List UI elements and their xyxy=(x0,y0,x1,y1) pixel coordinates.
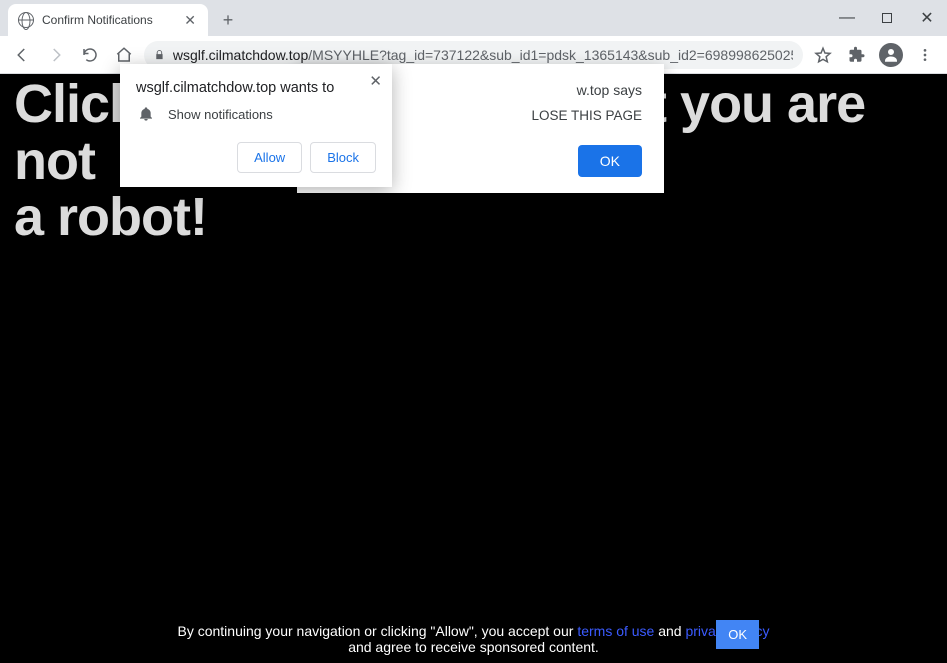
footer-text-1: By continuing your navigation or clickin… xyxy=(177,623,577,639)
profile-button[interactable] xyxy=(877,41,905,69)
browser-menu-button[interactable] xyxy=(911,41,939,69)
url-text: wsglf.cilmatchdow.top/MSYYHLE?tag_id=737… xyxy=(173,47,793,63)
nav-back-button[interactable] xyxy=(8,41,36,69)
nav-forward-button[interactable] xyxy=(42,41,70,69)
extensions-button[interactable] xyxy=(843,41,871,69)
footer-ok-button[interactable]: OK xyxy=(716,620,759,649)
consent-footer: By continuing your navigation or clickin… xyxy=(0,623,947,655)
notification-close-button[interactable]: ✕ xyxy=(369,72,382,90)
nav-reload-button[interactable] xyxy=(76,41,104,69)
footer-and: and xyxy=(654,623,685,639)
globe-icon xyxy=(18,12,34,28)
notification-permission-dialog: ✕ wsglf.cilmatchdow.top wants to Show no… xyxy=(120,64,392,187)
bell-icon xyxy=(138,106,154,122)
window-maximize-button[interactable] xyxy=(867,0,907,36)
browser-tab[interactable]: Confirm Notifications ✕ xyxy=(8,4,208,36)
tab-close-button[interactable]: ✕ xyxy=(182,12,198,29)
terms-link[interactable]: terms of use xyxy=(577,623,654,639)
avatar-icon xyxy=(879,43,903,67)
bookmark-button[interactable] xyxy=(809,41,837,69)
titlebar: Confirm Notifications ✕ + — ✕ xyxy=(0,0,947,36)
new-tab-button[interactable]: + xyxy=(214,6,242,34)
window-controls: — ✕ xyxy=(827,0,947,36)
window-close-button[interactable]: ✕ xyxy=(907,0,947,36)
lock-icon xyxy=(154,48,165,62)
tab-title: Confirm Notifications xyxy=(42,13,182,27)
footer-text-2: and agree to receive sponsored content. xyxy=(348,639,599,655)
notification-body: Show notifications xyxy=(168,107,273,122)
notification-allow-button[interactable]: Allow xyxy=(237,142,302,173)
window-minimize-button[interactable]: — xyxy=(827,0,867,36)
notification-block-button[interactable]: Block xyxy=(310,142,376,173)
notification-origin: wsglf.cilmatchdow.top wants to xyxy=(136,80,376,96)
js-alert-ok-button[interactable]: OK xyxy=(578,145,642,177)
